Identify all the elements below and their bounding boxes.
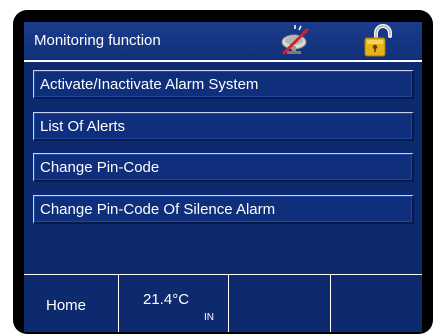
unlocked-padlock-icon[interactable] <box>362 24 396 58</box>
list-of-alerts-button[interactable]: List Of Alerts <box>33 112 414 141</box>
page-title: Monitoring function <box>34 32 161 49</box>
change-pin-code-button[interactable]: Change Pin-Code <box>33 153 414 182</box>
footer-bar: Home 21.4°C IN <box>24 274 422 332</box>
footer-empty-slot-2[interactable] <box>331 275 422 332</box>
change-silence-alarm-pin-button[interactable]: Change Pin-Code Of Silence Alarm <box>33 195 414 224</box>
home-button[interactable]: Home <box>24 275 119 332</box>
temperature-display: 21.4°C IN <box>119 275 229 332</box>
temperature-value: 21.4°C <box>143 291 190 308</box>
home-label: Home <box>46 297 87 314</box>
monitoring-screen: Monitoring function Activate/Inactivate … <box>24 22 422 332</box>
screen-header: Monitoring function <box>24 22 422 62</box>
satellite-dish-crossed-icon[interactable] <box>279 24 311 56</box>
activate-inactivate-alarm-button[interactable]: Activate/Inactivate Alarm System <box>33 70 414 99</box>
temperature-location: IN <box>204 312 214 323</box>
footer-empty-slot-1[interactable] <box>229 275 331 332</box>
